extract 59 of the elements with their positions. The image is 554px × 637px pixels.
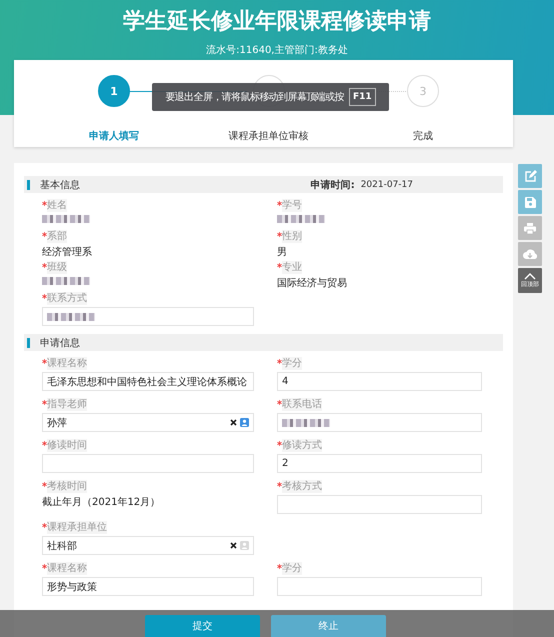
person-picker-icon[interactable] xyxy=(240,418,249,427)
tooltip-text: 要退出全屏，请将鼠标移动到屏幕顶端或按 xyxy=(165,90,344,104)
field-value: 经济管理系 xyxy=(42,246,93,259)
page-subtitle: 流水号:11640,主管部门:教务处 xyxy=(205,44,349,57)
edit-button[interactable] xyxy=(518,164,542,188)
input-field[interactable] xyxy=(277,577,482,596)
field-label: 修读时间 xyxy=(47,439,87,452)
section-title: 基本信息 xyxy=(40,178,81,192)
print-button[interactable] xyxy=(518,216,542,240)
input-field[interactable]: 2 xyxy=(277,454,482,473)
section-marker xyxy=(27,180,30,190)
input-field[interactable]: 毛泽东思想和中国特色社会主义理论体系概论 xyxy=(42,372,254,391)
field-label: 学号 xyxy=(282,199,302,212)
field-label: 考核时间 xyxy=(47,480,87,493)
person-picker-icon[interactable] xyxy=(240,541,249,550)
field-label: 联系方式 xyxy=(47,292,87,305)
chevron-up-icon xyxy=(524,272,536,280)
save-icon xyxy=(524,196,536,208)
page-title: 学生延长修业年限课程修读申请 xyxy=(122,8,432,36)
field-label: 课程名称 xyxy=(47,357,87,370)
field-label: 专业 xyxy=(282,261,302,274)
edit-icon xyxy=(524,170,536,182)
input-field[interactable] xyxy=(42,454,254,473)
input-field[interactable] xyxy=(277,495,482,514)
picker-field[interactable]: 孙萍 xyxy=(42,413,254,432)
section-title: 申请信息 xyxy=(40,336,81,350)
field-value: 男 xyxy=(277,246,288,259)
save-button[interactable] xyxy=(518,190,542,214)
picker-field[interactable]: 社科部 xyxy=(42,536,254,555)
field-value: 截止年月（2021年12月） xyxy=(42,496,162,509)
field-label: 修读方式 xyxy=(282,439,322,452)
field-label: 联系电话 xyxy=(282,398,322,411)
input-field[interactable] xyxy=(277,413,482,432)
cloud-download-icon xyxy=(523,249,537,259)
field-label: 性别 xyxy=(282,230,302,243)
field-label: 课程名称 xyxy=(47,562,87,575)
section-marker xyxy=(27,338,30,348)
key-hint: F11 xyxy=(348,88,376,106)
field-label: 考核方式 xyxy=(282,480,322,493)
download-button[interactable] xyxy=(518,242,542,266)
field-value: 国际经济与贸易 xyxy=(277,276,348,290)
input-field[interactable] xyxy=(42,307,254,326)
step-label: 完成 xyxy=(413,130,433,143)
field-label: 学分 xyxy=(282,562,302,575)
field-label: 系部 xyxy=(47,230,67,243)
date-value: 2021-07-17 xyxy=(360,180,413,190)
clear-icon[interactable] xyxy=(230,542,237,549)
field-label: 课程承担单位 xyxy=(47,521,107,534)
field-label: 学分 xyxy=(282,357,302,370)
step-label: 申请人填写 xyxy=(89,130,139,143)
field-label: 班级 xyxy=(47,261,67,274)
field-label: 指导老师 xyxy=(47,398,87,411)
input-field[interactable]: 形势与政策 xyxy=(42,577,254,596)
printer-icon xyxy=(524,222,536,234)
step-label: 课程承担单位审核 xyxy=(228,130,308,143)
input-field[interactable]: 4 xyxy=(277,372,482,391)
field-label: 姓名 xyxy=(47,199,67,212)
date-label: 申请时间: xyxy=(310,178,355,192)
clear-icon[interactable] xyxy=(230,419,237,426)
